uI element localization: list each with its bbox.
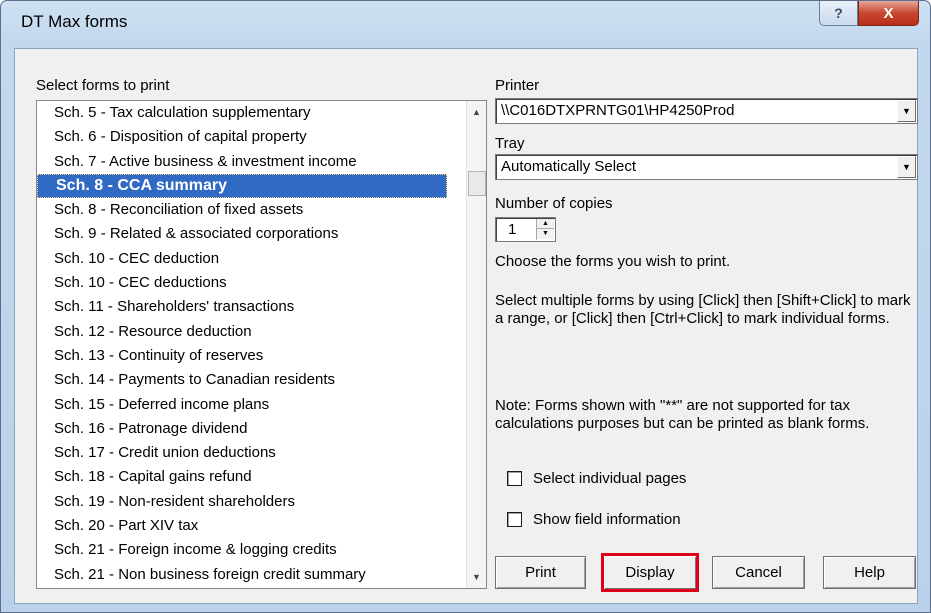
forms-listbox[interactable]: Sch. 5 - Tax calculation supplementary Sc…: [36, 100, 487, 589]
printer-value: \\C016DTXPRNTG01\HP4250Prod: [501, 102, 735, 119]
list-item[interactable]: Sch. 9 - Related & associated corporatio…: [37, 222, 447, 246]
title-bar[interactable]: DT Max forms ? X: [1, 1, 930, 48]
list-item[interactable]: Sch. 15 - Deferred income plans: [37, 393, 447, 417]
select-pages-option[interactable]: Select individual pages: [507, 470, 686, 487]
copies-label: Number of copies: [495, 195, 613, 212]
list-item[interactable]: Sch. 11 - Shareholders' transactions: [37, 295, 447, 319]
list-item[interactable]: Sch. 12 - Resource deduction: [37, 320, 447, 344]
question-icon: ?: [834, 5, 843, 21]
copies-stepper[interactable]: 1 ▲ ▼: [495, 217, 556, 242]
tray-value: Automatically Select: [501, 158, 637, 175]
list-item[interactable]: Sch. 6 - Disposition of capital property: [37, 125, 447, 149]
help-button[interactable]: Help: [823, 556, 916, 589]
scroll-thumb[interactable]: [468, 171, 486, 196]
scroll-up-arrow-icon[interactable]: ▲: [467, 102, 486, 122]
list-item[interactable]: Sch. 21 - Foreign income & logging credi…: [37, 538, 447, 562]
show-field-info-label[interactable]: Show field information: [533, 511, 681, 528]
close-icon: X: [883, 4, 894, 22]
list-item[interactable]: Sch. 8 - CCA summary: [37, 173, 447, 199]
close-button[interactable]: X: [858, 1, 919, 26]
list-item[interactable]: Sch. 10 - CEC deduction: [37, 247, 447, 271]
increment-arrow-icon[interactable]: ▲: [537, 219, 554, 229]
stepper-buttons: ▲ ▼: [536, 219, 554, 240]
select-pages-label[interactable]: Select individual pages: [533, 470, 686, 487]
printer-select[interactable]: \\C016DTXPRNTG01\HP4250Prod ▼: [495, 98, 918, 124]
display-button[interactable]: Display: [601, 553, 699, 592]
list-item[interactable]: Sch. 5 - Tax calculation supplementary: [37, 101, 447, 125]
printer-label: Printer: [495, 77, 540, 94]
choose-instruction: Choose the forms you wish to print.: [495, 253, 731, 270]
cancel-button[interactable]: Cancel: [712, 556, 805, 589]
forms-scrollbar[interactable]: ▲ ▼: [466, 101, 486, 588]
select-pages-checkbox[interactable]: [507, 471, 522, 486]
list-item[interactable]: Sch. 8 - Reconciliation of fixed assets: [37, 198, 447, 222]
dialog-body: Select forms to print Sch. 5 - Tax calcu…: [14, 48, 918, 604]
list-item[interactable]: Sch. 18 - Capital gains refund: [37, 465, 447, 489]
list-item[interactable]: Sch. 14 - Payments to Canadian residents: [37, 368, 447, 392]
multi-select-instruction: Select multiple forms by using [Click] t…: [495, 292, 911, 327]
show-field-info-option[interactable]: Show field information: [507, 511, 681, 528]
note-text: Note: Forms shown with "**" are not supp…: [495, 397, 870, 432]
scroll-down-arrow-icon[interactable]: ▼: [467, 567, 486, 587]
list-item[interactable]: Sch. 20 - Part XIV tax: [37, 514, 447, 538]
list-item[interactable]: Sch. 16 - Patronage dividend: [37, 417, 447, 441]
list-item[interactable]: Sch. 7 - Active business & investment in…: [37, 150, 447, 174]
list-item[interactable]: Sch. 10 - CEC deductions: [37, 271, 447, 295]
chevron-down-icon[interactable]: ▼: [897, 100, 916, 122]
forms-list: Sch. 5 - Tax calculation supplementary Sc…: [37, 101, 447, 587]
list-item[interactable]: Sch. 21 - Non business foreign credit su…: [37, 563, 447, 587]
print-button[interactable]: Print: [495, 556, 586, 589]
tray-label: Tray: [495, 135, 525, 152]
decrement-arrow-icon[interactable]: ▼: [537, 229, 554, 239]
title-help-button[interactable]: ?: [819, 1, 858, 26]
tray-select[interactable]: Automatically Select ▼: [495, 154, 918, 180]
show-field-info-checkbox[interactable]: [507, 512, 522, 527]
copies-value[interactable]: 1: [508, 221, 516, 238]
list-item[interactable]: Sch. 19 - Non-resident shareholders: [37, 490, 447, 514]
list-item[interactable]: Sch. 17 - Credit union deductions: [37, 441, 447, 465]
dialog-window: DT Max forms ? X Select forms to print S…: [0, 0, 931, 613]
list-item[interactable]: Sch. 13 - Continuity of reserves: [37, 344, 447, 368]
forms-list-label: Select forms to print: [36, 77, 170, 94]
chevron-down-icon[interactable]: ▼: [897, 156, 916, 178]
window-title: DT Max forms: [21, 12, 128, 31]
